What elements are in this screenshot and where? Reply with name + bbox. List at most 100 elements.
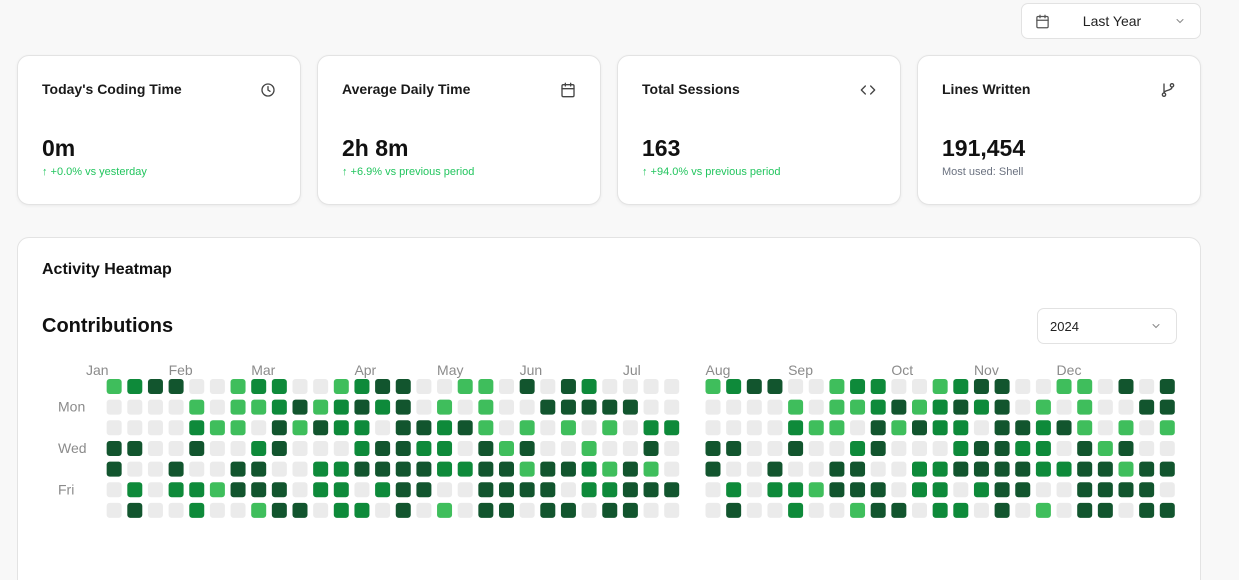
heatmap-cell[interactable] bbox=[746, 440, 762, 456]
heatmap-cell[interactable] bbox=[292, 420, 308, 436]
heatmap-cell[interactable] bbox=[746, 461, 762, 477]
heatmap-cell[interactable] bbox=[354, 379, 370, 394]
heatmap-cell[interactable] bbox=[622, 502, 638, 518]
heatmap-cell[interactable] bbox=[602, 399, 618, 415]
heatmap-cell[interactable] bbox=[953, 379, 969, 394]
heatmap-cell[interactable] bbox=[127, 461, 143, 477]
heatmap-cell[interactable] bbox=[540, 482, 556, 498]
heatmap-cell[interactable] bbox=[1139, 420, 1155, 436]
heatmap-cell[interactable] bbox=[333, 461, 349, 477]
heatmap-cell[interactable] bbox=[189, 461, 205, 477]
heatmap-cell[interactable] bbox=[622, 482, 638, 498]
heatmap-cell[interactable] bbox=[416, 502, 432, 518]
heatmap-cell[interactable] bbox=[808, 461, 824, 477]
heatmap-cell[interactable] bbox=[375, 440, 391, 456]
heatmap-cell[interactable] bbox=[251, 482, 267, 498]
heatmap-cell[interactable] bbox=[106, 440, 122, 456]
heatmap-cell[interactable] bbox=[209, 482, 225, 498]
heatmap-cell[interactable] bbox=[499, 461, 514, 477]
heatmap-cell[interactable] bbox=[746, 502, 762, 518]
heatmap-cell[interactable] bbox=[416, 482, 432, 498]
heatmap-cell[interactable] bbox=[437, 461, 453, 477]
heatmap-cell[interactable] bbox=[147, 461, 163, 477]
heatmap-cell[interactable] bbox=[333, 502, 349, 518]
heatmap-cell[interactable] bbox=[932, 379, 948, 394]
heatmap-cell[interactable] bbox=[788, 502, 804, 518]
heatmap-cell[interactable] bbox=[1077, 502, 1093, 518]
heatmap-cell[interactable] bbox=[540, 420, 556, 436]
heatmap-cell[interactable] bbox=[313, 482, 329, 498]
heatmap-cell[interactable] bbox=[189, 420, 205, 436]
heatmap-cell[interactable] bbox=[664, 482, 680, 498]
heatmap-cell[interactable] bbox=[932, 482, 948, 498]
heatmap-cell[interactable] bbox=[581, 420, 597, 436]
heatmap-cell[interactable] bbox=[912, 420, 927, 436]
heatmap-cell[interactable] bbox=[313, 420, 329, 436]
heatmap-cell[interactable] bbox=[251, 461, 267, 477]
heatmap-cell[interactable] bbox=[127, 379, 143, 394]
heatmap-cell[interactable] bbox=[891, 502, 907, 518]
heatmap-cell[interactable] bbox=[891, 461, 907, 477]
heatmap-cell[interactable] bbox=[127, 482, 143, 498]
heatmap-cell[interactable] bbox=[602, 482, 618, 498]
heatmap-cell[interactable] bbox=[519, 461, 535, 477]
heatmap-cell[interactable] bbox=[1097, 482, 1113, 498]
heatmap-cell[interactable] bbox=[953, 502, 969, 518]
heatmap-cell[interactable] bbox=[168, 482, 184, 498]
heatmap-cell[interactable] bbox=[147, 482, 163, 498]
heatmap-cell[interactable] bbox=[437, 420, 453, 436]
heatmap-cell[interactable] bbox=[705, 420, 721, 436]
heatmap-cell[interactable] bbox=[499, 482, 514, 498]
heatmap-cell[interactable] bbox=[1056, 420, 1072, 436]
heatmap-cell[interactable] bbox=[1159, 502, 1175, 518]
heatmap-cell[interactable] bbox=[973, 502, 989, 518]
heatmap-cell[interactable] bbox=[912, 399, 927, 415]
heatmap-cell[interactable] bbox=[416, 440, 432, 456]
heatmap-cell[interactable] bbox=[726, 461, 742, 477]
heatmap-cell[interactable] bbox=[1015, 502, 1031, 518]
heatmap-cell[interactable] bbox=[643, 502, 659, 518]
heatmap-cell[interactable] bbox=[891, 399, 907, 415]
heatmap-cell[interactable] bbox=[1159, 379, 1175, 394]
heatmap-cell[interactable] bbox=[850, 399, 866, 415]
heatmap-cell[interactable] bbox=[189, 379, 205, 394]
heatmap-cell[interactable] bbox=[726, 502, 742, 518]
heatmap-cell[interactable] bbox=[313, 461, 329, 477]
heatmap-cell[interactable] bbox=[333, 482, 349, 498]
heatmap-cell[interactable] bbox=[1015, 379, 1031, 394]
heatmap-cell[interactable] bbox=[1035, 482, 1051, 498]
heatmap-cell[interactable] bbox=[540, 379, 556, 394]
heatmap-cell[interactable] bbox=[829, 502, 845, 518]
heatmap-cell[interactable] bbox=[437, 399, 453, 415]
heatmap-cell[interactable] bbox=[560, 461, 576, 477]
heatmap-cell[interactable] bbox=[540, 399, 556, 415]
heatmap-cell[interactable] bbox=[1139, 482, 1155, 498]
heatmap-cell[interactable] bbox=[457, 379, 473, 394]
heatmap-cell[interactable] bbox=[271, 379, 287, 394]
heatmap-cell[interactable] bbox=[127, 420, 143, 436]
heatmap-cell[interactable] bbox=[973, 379, 989, 394]
heatmap-cell[interactable] bbox=[168, 379, 184, 394]
heatmap-cell[interactable] bbox=[912, 502, 927, 518]
heatmap-cell[interactable] bbox=[870, 420, 886, 436]
heatmap-cell[interactable] bbox=[251, 502, 267, 518]
heatmap-cell[interactable] bbox=[1035, 399, 1051, 415]
heatmap-cell[interactable] bbox=[1118, 420, 1134, 436]
heatmap-cell[interactable] bbox=[540, 461, 556, 477]
heatmap-cell[interactable] bbox=[168, 399, 184, 415]
heatmap-cell[interactable] bbox=[230, 440, 246, 456]
heatmap-cell[interactable] bbox=[127, 399, 143, 415]
heatmap-cell[interactable] bbox=[829, 482, 845, 498]
heatmap-cell[interactable] bbox=[519, 399, 535, 415]
heatmap-cell[interactable] bbox=[437, 502, 453, 518]
heatmap-cell[interactable] bbox=[726, 440, 742, 456]
heatmap-cell[interactable] bbox=[271, 420, 287, 436]
heatmap-cell[interactable] bbox=[354, 440, 370, 456]
heatmap-cell[interactable] bbox=[375, 399, 391, 415]
heatmap-cell[interactable] bbox=[912, 461, 927, 477]
heatmap-cell[interactable] bbox=[746, 379, 762, 394]
heatmap-cell[interactable] bbox=[230, 482, 246, 498]
heatmap-cell[interactable] bbox=[375, 420, 391, 436]
heatmap-cell[interactable] bbox=[850, 379, 866, 394]
heatmap-cell[interactable] bbox=[127, 502, 143, 518]
